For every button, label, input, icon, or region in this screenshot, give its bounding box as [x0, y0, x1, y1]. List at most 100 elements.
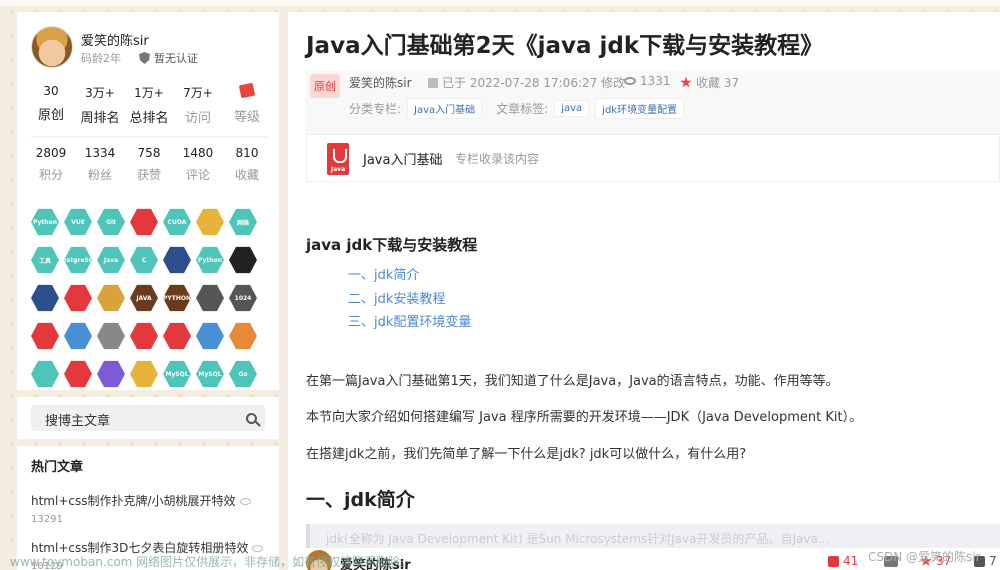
- like-button[interactable]: 41: [828, 554, 858, 568]
- stat-level[interactable]: 等级: [223, 82, 271, 126]
- calendar-icon: [428, 77, 438, 88]
- avatar[interactable]: [31, 26, 73, 68]
- badge-icon[interactable]: JAVA: [130, 284, 158, 312]
- badge-icon[interactable]: [196, 322, 224, 350]
- meta-date: 已于 2022-07-28 17:06:27 修改: [428, 74, 625, 91]
- badge-icon[interactable]: [31, 284, 59, 312]
- badge-grid: Python VUE Git CUDA 网络 工具 PostgreSQL Java C Pytho…: [31, 208, 271, 388]
- badge-icon[interactable]: [97, 322, 125, 350]
- article-title: Java入门基础第2天《java jdk下载与安装教程》: [306, 33, 824, 59]
- hot-articles-title: 热门文章: [31, 460, 84, 475]
- badge-icon[interactable]: [130, 322, 158, 350]
- badge-icon[interactable]: [196, 284, 224, 312]
- tag-jdk-env[interactable]: jdk环境变量配置: [595, 98, 685, 119]
- badge-icon[interactable]: [97, 360, 125, 388]
- profile-age: 码龄2年: [81, 52, 121, 65]
- badge-icon[interactable]: CUDA: [163, 208, 191, 236]
- stat-visits: 7万+ 访问: [183, 86, 213, 126]
- toc-title: java jdk下载与安装教程: [306, 236, 478, 254]
- cert-status: 暂无认证: [139, 50, 198, 66]
- hot-article-item[interactable]: html+css制作扑克牌/小胡桃展开特效: [31, 492, 271, 509]
- badge-icon[interactable]: 工具: [31, 246, 59, 274]
- divider: [31, 136, 267, 137]
- badge-icon[interactable]: [130, 360, 158, 388]
- paragraph: 本节向大家介绍如何搭建编写 Java 程序所需要的开发环境——JDK（Java …: [306, 410, 863, 425]
- profile-card: 爱笑的陈sir 码龄2年 暂无认证 30 原创 3万+ 周排名 1万+ 总排名 7万+…: [17, 12, 279, 390]
- toc-item[interactable]: 二、jdk安装教程: [348, 288, 445, 307]
- badge-icon[interactable]: [130, 208, 158, 236]
- badge-icon[interactable]: MySQL: [196, 360, 224, 388]
- top-strip: [0, 0, 1000, 6]
- eye-icon: [252, 545, 264, 552]
- badge-icon[interactable]: [229, 322, 257, 350]
- stat-points: 2809 积分: [35, 146, 67, 182]
- meta-views: 1331: [624, 74, 671, 88]
- category-label: 分类专栏:: [349, 102, 402, 116]
- stat-likes: 758 获赞: [136, 146, 161, 182]
- thumb-up-icon: [828, 555, 839, 567]
- watermark: www.toymoban.com 网络图片仅供展示，非存储，如有侵权请联系删除。: [10, 555, 413, 569]
- badge-icon[interactable]: [31, 360, 59, 388]
- badge-icon[interactable]: 网络: [229, 208, 257, 236]
- search-button[interactable]: [237, 405, 265, 431]
- column-desc: 专栏收录该内容: [455, 152, 540, 166]
- stat-favorites: 810 收藏: [234, 146, 259, 182]
- search-input[interactable]: 搜博主文章: [45, 410, 110, 429]
- meta-favorite[interactable]: 收藏 37: [680, 74, 739, 91]
- article-meta: 原创 爱笑的陈sir 已于 2022-07-28 17:06:27 修改 133…: [306, 70, 1000, 142]
- badge-icon[interactable]: [97, 284, 125, 312]
- badge-icon[interactable]: PostgreSQL: [64, 246, 92, 274]
- badge-icon[interactable]: [229, 246, 257, 274]
- badge-icon[interactable]: [64, 322, 92, 350]
- stats-row-2: 2809 积分 1334 粉丝 758 获赞 1480 评论 810 收藏: [27, 146, 271, 183]
- stat-week-rank[interactable]: 3万+ 周排名: [76, 84, 124, 126]
- shield-icon: [139, 52, 150, 64]
- java-logo-icon: Java: [327, 143, 349, 175]
- stat-original[interactable]: 30 原创: [27, 84, 75, 126]
- badge-icon[interactable]: C: [130, 246, 158, 274]
- eye-icon: [239, 498, 251, 505]
- badge-icon[interactable]: PYTHON: [163, 284, 191, 312]
- column-box[interactable]: Java Java入门基础 专栏收录该内容: [306, 134, 1000, 182]
- stat-comments: 1480 评论: [182, 146, 214, 182]
- badge-icon[interactable]: [64, 360, 92, 388]
- category-tag[interactable]: Java入门基础: [407, 98, 483, 119]
- section-heading: 一、jdk简介: [306, 489, 415, 511]
- badge-icon[interactable]: [196, 208, 224, 236]
- search-box[interactable]: 搜博主文章: [31, 405, 265, 431]
- original-badge: 原创: [310, 74, 340, 98]
- badge-icon[interactable]: [163, 246, 191, 274]
- column-name[interactable]: Java入门基础: [363, 149, 442, 168]
- badge-icon[interactable]: Git: [97, 208, 125, 236]
- hot-articles-card: 热门文章 html+css制作扑克牌/小胡桃展开特效 13291 html+cs…: [17, 446, 279, 570]
- badge-icon[interactable]: VUE: [64, 208, 92, 236]
- badge-icon[interactable]: Go: [229, 360, 257, 388]
- stats-row-1: 30 原创 3万+ 周排名 1万+ 总排名 7万+ 访问 等级: [27, 82, 271, 126]
- badge-icon[interactable]: Java: [97, 246, 125, 274]
- badge-icon[interactable]: Python: [196, 246, 224, 274]
- search-card: 搜博主文章: [17, 397, 279, 439]
- badge-icon[interactable]: MySQL: [163, 360, 191, 388]
- star-icon: [680, 76, 692, 88]
- paragraph: 在第一篇Java入门基础第1天，我们知道了什么是Java，Java的语言特点，功…: [306, 374, 839, 389]
- meta-author[interactable]: 爱笑的陈sir: [349, 74, 412, 91]
- blockquote-text: jdk(全称为 Java Development Kit) 是Sun Micro…: [326, 532, 830, 546]
- paragraph: 在搭建jdk之前，我们先简单了解一下什么是jdk? jdk可以做什么，有什么用?: [306, 447, 747, 462]
- hot-article-views: 13291: [31, 514, 63, 525]
- badge-icon[interactable]: Python: [31, 208, 59, 236]
- badge-icon[interactable]: 1024: [229, 284, 257, 312]
- badge-icon[interactable]: [163, 322, 191, 350]
- tag-java[interactable]: java: [554, 100, 590, 117]
- toc-item[interactable]: 一、jdk简介: [348, 264, 419, 283]
- profile-name[interactable]: 爱笑的陈sir: [81, 30, 149, 49]
- cert-label: 暂无认证: [154, 52, 198, 65]
- tag-label: 文章标签:: [496, 102, 549, 116]
- level-icon: [238, 82, 256, 99]
- badge-icon[interactable]: [64, 284, 92, 312]
- stat-total-rank[interactable]: 1万+ 总排名: [125, 84, 173, 126]
- badge-icon[interactable]: [31, 322, 59, 350]
- toc-item[interactable]: 三、jdk配置环境变量: [348, 311, 471, 330]
- article-panel: Java入门基础第2天《java jdk下载与安装教程》 原创 爱笑的陈sir …: [288, 12, 1000, 570]
- stat-fans[interactable]: 1334 粉丝: [76, 146, 124, 183]
- csdn-watermark: CSDN @爱笑的陈sir: [868, 550, 981, 564]
